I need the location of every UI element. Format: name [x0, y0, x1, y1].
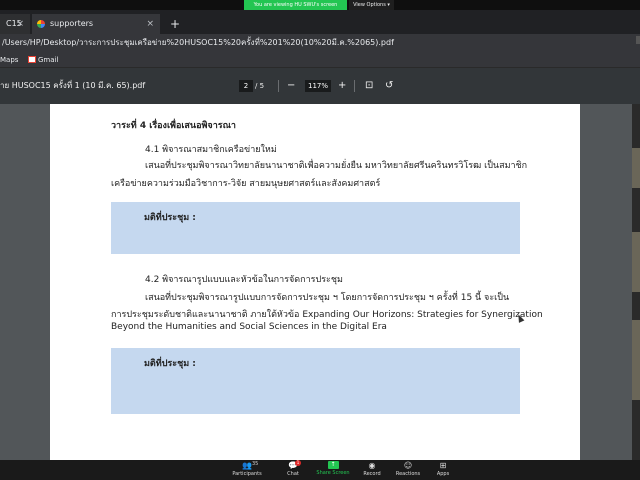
- total-pages: 5: [259, 82, 265, 90]
- tab-previous[interactable]: C15 ×: [0, 14, 30, 34]
- tab-label: supporters: [50, 19, 94, 28]
- pdf-page: วาระที่ 4 เรื่องเพื่อเสนอพิจารณา 4.1 พิจ…: [50, 104, 580, 460]
- gmail-icon: [28, 56, 36, 63]
- zoom-out-icon[interactable]: −: [287, 79, 295, 93]
- bookmarks-bar: Maps Gmail: [0, 52, 640, 68]
- page-count: / 5: [255, 80, 264, 92]
- rotate-icon[interactable]: ↺: [385, 79, 393, 93]
- share-screen-button[interactable]: ↑ Share Screen: [313, 460, 353, 480]
- agenda-heading: วาระที่ 4 เรื่องเพื่อเสนอพิจารณา: [111, 121, 236, 131]
- item-4-2-line-3: Beyond the Humanities and Social Science…: [111, 322, 387, 332]
- chat-badge: 1: [295, 460, 301, 466]
- resolution-box-2: มติที่ประชุม :: [111, 348, 520, 414]
- toolbar-divider: [354, 80, 355, 92]
- participant-video-thumbnail[interactable]: [632, 320, 640, 400]
- resolution-label: มติที่ประชุม :: [144, 359, 196, 369]
- apps-button[interactable]: ⊞ Apps: [423, 460, 463, 480]
- view-options-label: View Options: [353, 2, 386, 8]
- share-screen-label: Share Screen: [316, 470, 350, 476]
- url-text[interactable]: /Users/HP/Desktop/วาระการประชุมเครือข่าย…: [2, 37, 394, 49]
- fit-page-icon[interactable]: ⊡: [365, 79, 373, 93]
- toolbar-divider: [278, 80, 279, 92]
- item-4-1-title: 4.1 พิจารณาสมาชิกเครือข่ายใหม่: [145, 145, 277, 155]
- reactions-icon: ☺: [403, 461, 413, 470]
- page-separator: /: [255, 82, 258, 90]
- record-button[interactable]: ◉ Record: [352, 460, 392, 480]
- item-4-1-line-2: เครือข่ายความร่วมมือวิชาการ-วิจัย สายมนุ…: [111, 179, 381, 189]
- participants-icon: 👥: [242, 461, 252, 470]
- record-label: Record: [363, 471, 381, 477]
- share-screen-icon: ↑: [327, 461, 339, 469]
- reactions-label: Reactions: [395, 471, 421, 477]
- zoom-level-input[interactable]: 117%: [305, 80, 331, 92]
- participant-video-thumbnail[interactable]: [632, 232, 640, 292]
- zoom-meeting-controls: 👥 35 Participants 💬 1 Chat ↑ Share Scree…: [0, 460, 640, 480]
- bookmark-gmail[interactable]: Gmail: [38, 54, 58, 66]
- chat-button[interactable]: 💬 1 Chat: [273, 460, 313, 480]
- tab-supporters[interactable]: supporters ×: [32, 14, 160, 34]
- item-4-2-line-2: การประชุมระดับชาติและนานาชาติ ภายใต้หัวข…: [111, 310, 543, 320]
- item-4-2-line-1: เสนอที่ประชุมพิจารณารูปแบบการจัดการประชุ…: [145, 293, 510, 303]
- view-options-button[interactable]: View Options ▾: [349, 0, 394, 10]
- resolution-label: มติที่ประชุม :: [144, 213, 196, 223]
- zoom-in-icon[interactable]: +: [338, 79, 346, 93]
- apps-label: Apps: [436, 471, 450, 477]
- chevron-down-icon: ▾: [387, 2, 390, 8]
- pdf-viewer[interactable]: วาระที่ 4 เรื่องเพื่อเสนอพิจารณา 4.1 พิจ…: [0, 104, 632, 460]
- pdf-toolbar: าย HUSOC15 ครั้งที่ 1 (10 มี.ค. 65).pdf …: [0, 68, 640, 104]
- item-4-2-title: 4.2 พิจารณารูปแบบและหัวข้อในการจัดการประ…: [145, 275, 343, 285]
- bookmark-maps[interactable]: Maps: [0, 54, 18, 66]
- toolbar-scroll-indicator: [636, 36, 640, 44]
- pdf-title: าย HUSOC15 ครั้งที่ 1 (10 มี.ค. 65).pdf: [0, 81, 146, 90]
- page-number-input[interactable]: 2: [239, 80, 253, 92]
- participants-button[interactable]: 👥 35 Participants: [227, 460, 267, 480]
- reactions-button[interactable]: ☺ Reactions: [388, 460, 428, 480]
- participant-video-thumbnail[interactable]: [632, 148, 640, 188]
- resolution-box-1: มติที่ประชุม :: [111, 202, 520, 254]
- item-4-1-line-1: เสนอที่ประชุมพิจารณาวิทยาลัยนานาชาติเพื่…: [145, 161, 528, 171]
- viewing-screen-banner: You are viewing HU SWU's screen: [244, 0, 347, 10]
- apps-icon: ⊞: [439, 461, 447, 470]
- close-tab-icon[interactable]: ×: [16, 14, 24, 34]
- new-tab-icon[interactable]: +: [170, 14, 180, 34]
- address-bar[interactable]: /Users/HP/Desktop/วาระการประชุมเครือข่าย…: [0, 34, 640, 52]
- browser-tab-bar: C15 × supporters × +: [0, 10, 640, 34]
- record-icon: ◉: [368, 461, 376, 470]
- chat-label: Chat: [287, 471, 299, 477]
- close-tab-icon[interactable]: ×: [146, 14, 154, 34]
- participants-count: 35: [252, 461, 259, 467]
- participants-label: Participants: [232, 471, 262, 477]
- favicon-icon: [37, 20, 45, 28]
